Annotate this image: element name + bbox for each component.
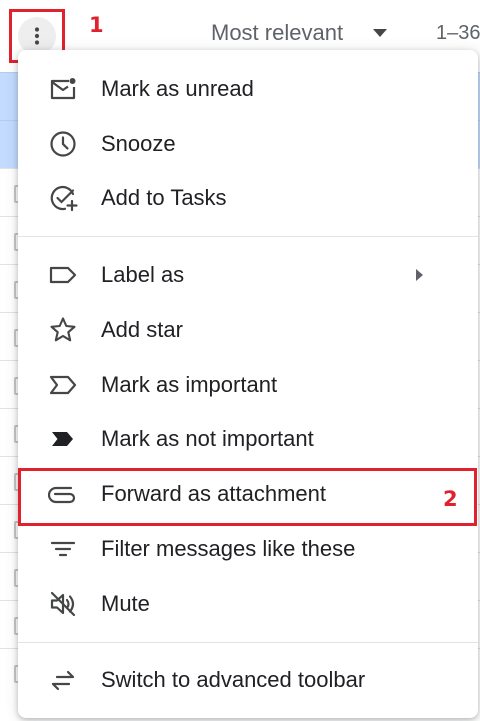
submenu-arrow-icon — [416, 269, 423, 281]
menu-item-label: Filter messages like these — [101, 536, 356, 561]
menu-item-label: Mark as unread — [101, 76, 254, 101]
menu-item-label: Mute — [101, 591, 150, 616]
sort-dropdown[interactable]: Most relevant — [211, 20, 388, 46]
menu-item-label: Mark as important — [101, 372, 278, 397]
clock-icon — [48, 129, 78, 159]
filter-icon — [48, 534, 78, 564]
menu-item-mark-as-important[interactable]: Mark as important — [18, 360, 478, 410]
star-icon — [48, 315, 78, 345]
pagination-range: 1–36 — [436, 22, 480, 44]
menu-item-switch-advanced-toolbar[interactable]: Switch to advanced toolbar — [18, 655, 478, 705]
menu-item-add-to-tasks[interactable]: Add to Tasks — [18, 173, 478, 223]
caret-down-icon — [373, 29, 388, 37]
menu-item-snooze[interactable]: Snooze — [18, 119, 478, 169]
mute-icon — [48, 589, 78, 619]
menu-divider — [18, 236, 478, 237]
mark-unread-icon — [48, 74, 78, 104]
label-icon — [48, 260, 78, 290]
sort-label: Most relevant — [211, 20, 344, 45]
highlight-box — [18, 468, 477, 526]
menu-item-mark-as-not-important[interactable]: Mark as not important — [18, 414, 478, 464]
menu-item-mute[interactable]: Mute — [18, 579, 478, 629]
menu-item-add-star[interactable]: Add star — [18, 305, 478, 355]
menu-item-label: Add star — [101, 317, 183, 342]
menu-item-filter-messages[interactable]: Filter messages like these — [18, 524, 478, 574]
menu-item-label: Switch to advanced toolbar — [101, 667, 366, 692]
step-marker-1: 1 — [89, 13, 104, 37]
swap-arrows-icon — [48, 665, 78, 695]
menu-item-label-as[interactable]: Label as — [18, 250, 478, 300]
menu-item-label: Label as — [101, 262, 185, 287]
important-outline-icon — [48, 370, 78, 400]
more-options-menu: Mark as unread Snooze Add to Tasks Label… — [18, 50, 478, 718]
add-task-icon — [48, 183, 78, 213]
menu-item-label: Snooze — [101, 131, 176, 156]
menu-item-mark-as-unread[interactable]: Mark as unread — [18, 64, 478, 114]
menu-divider — [18, 642, 478, 643]
step-marker-2: 2 — [443, 487, 458, 511]
menu-item-label: Add to Tasks — [101, 185, 227, 210]
important-filled-icon — [48, 424, 78, 454]
menu-item-label: Mark as not important — [101, 426, 314, 451]
